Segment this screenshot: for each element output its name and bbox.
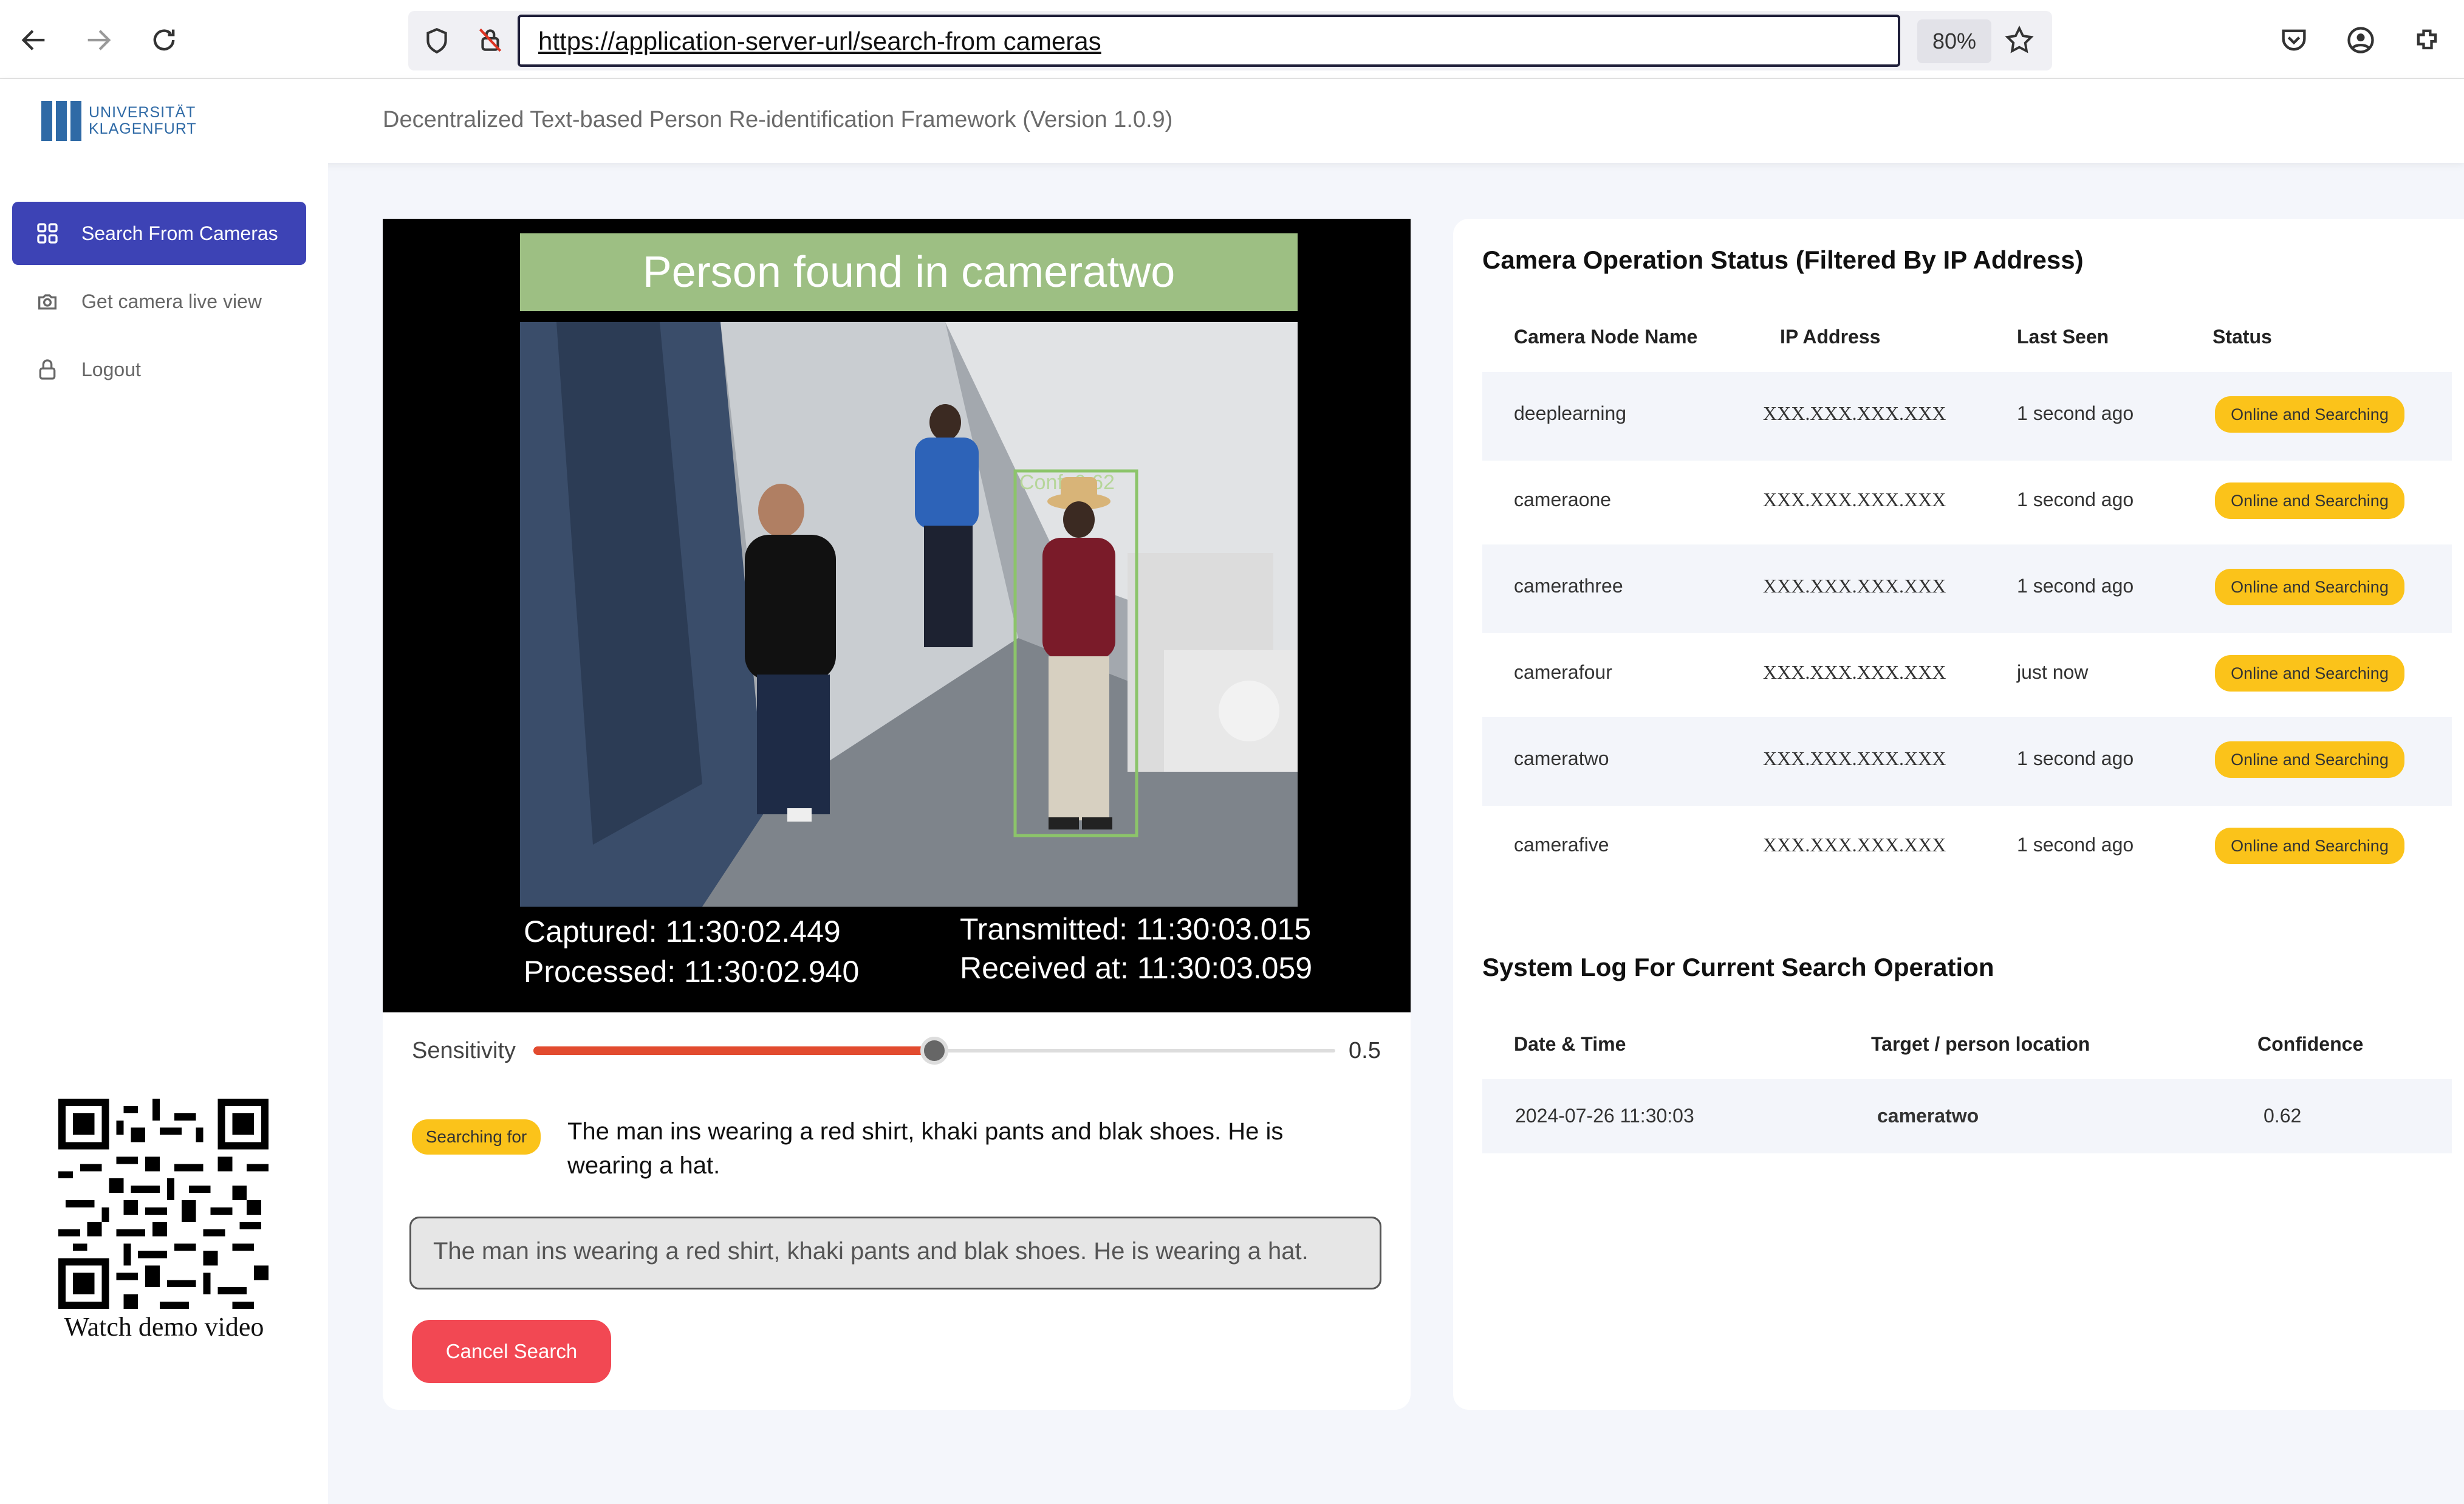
logo-mark: [41, 101, 81, 141]
arrow-right-icon: [87, 30, 111, 50]
logo-line2: KLAGENFURT: [89, 120, 197, 137]
cancel-search-button[interactable]: Cancel Search: [412, 1320, 611, 1383]
qr-caption: Watch demo video: [64, 1312, 264, 1342]
table-row[interactable]: cameraone XXX.XXX.XXX.XXX 1 second ago O…: [1482, 458, 2452, 547]
camera-icon: [38, 294, 56, 310]
camera-last-seen: 1 second ago: [2017, 575, 2134, 597]
col-header-camera-node: Camera Node Name: [1514, 326, 1698, 348]
transmitted-timestamp: Transmitted: 11:30:03.015: [960, 912, 1312, 946]
table-row[interactable]: camerafour XXX.XXX.XXX.XXX just now Onli…: [1482, 631, 2452, 719]
log-confidence: 0.62: [2264, 1105, 2302, 1127]
university-logo[interactable]: UNIVERSITÄT KLAGENFURT: [41, 101, 197, 141]
slider-thumb[interactable]: [920, 1037, 948, 1065]
captured-timestamp: Captured: 11:30:02.449: [524, 915, 841, 949]
log-target: cameratwo: [1877, 1105, 1979, 1127]
result-banner: Person found in cameratwo: [520, 233, 1298, 311]
status-badge: Online and Searching: [2215, 569, 2404, 605]
star-icon[interactable]: [2004, 24, 2035, 56]
logo-line1: UNIVERSITÄT: [89, 104, 196, 121]
camera-last-seen: just now: [2017, 661, 2089, 683]
col-header-last-seen: Last Seen: [2017, 326, 2109, 348]
received-timestamp: Received at: 11:30:03.059: [960, 951, 1313, 985]
camera-last-seen: 1 second ago: [2017, 489, 2134, 510]
col-header-target: Target / person location: [1871, 1033, 2090, 1055]
search-description: The man ins wearing a red shirt, khaki p…: [567, 1118, 1284, 1179]
zoom-indicator[interactable]: 80%: [1917, 19, 1991, 63]
insecure-lock-icon[interactable]: [475, 24, 505, 55]
reload-button[interactable]: [142, 18, 186, 62]
camera-name: deeplearning: [1514, 402, 1627, 424]
col-header-datetime: Date & Time: [1514, 1033, 1626, 1055]
shield-icon[interactable]: [422, 26, 452, 56]
slider-fill: [533, 1046, 934, 1055]
camera-name: camerafive: [1514, 834, 1609, 856]
browser-toolbar: https://application-server-url/search-fr…: [0, 0, 2464, 79]
camera-scene-image: Conf: 0.62: [520, 322, 1298, 907]
camera-last-seen: 1 second ago: [2017, 834, 2134, 856]
status-badge: Online and Searching: [2215, 828, 2404, 864]
sidebar-item-label: Logout: [81, 358, 141, 380]
sensitivity-value: 0.5: [1349, 1038, 1381, 1063]
sidebar-item-logout[interactable]: Logout: [12, 338, 306, 401]
col-header-confidence: Confidence: [2257, 1033, 2364, 1055]
camera-ip: XXX.XXX.XXX.XXX: [1763, 834, 1946, 856]
processed-timestamp: Processed: 11:30:02.940: [524, 955, 860, 989]
app-title: Decentralized Text-based Person Re-ident…: [383, 107, 1173, 132]
system-log-title: System Log For Current Search Operation: [1482, 953, 1994, 981]
status-badge: Online and Searching: [2215, 741, 2404, 778]
camera-result-view: Person found in cameratwo Conf: 0.62: [383, 219, 1411, 1012]
camera-last-seen: 1 second ago: [2017, 402, 2134, 424]
camera-ip: XXX.XXX.XXX.XXX: [1763, 661, 1946, 683]
status-badge: Online and Searching: [2215, 655, 2404, 692]
sensitivity-label: Sensitivity: [412, 1038, 516, 1063]
camera-last-seen: 1 second ago: [2017, 747, 2134, 769]
app-header: UNIVERSITÄT KLAGENFURT Decentralized Tex…: [0, 79, 2464, 163]
log-datetime: 2024-07-26 11:30:03: [1515, 1105, 1694, 1127]
status-badge: Online and Searching: [2215, 482, 2404, 519]
camera-ip: XXX.XXX.XXX.XXX: [1763, 489, 1946, 510]
status-badge: Online and Searching: [2215, 396, 2404, 433]
camera-name: cameraone: [1514, 489, 1612, 510]
pocket-icon[interactable]: [2278, 24, 2310, 56]
camera-name: cameratwo: [1514, 747, 1609, 769]
camera-frame: Conf: 0.62: [520, 322, 1298, 907]
url-input[interactable]: https://application-server-url/search-fr…: [518, 15, 1900, 67]
account-icon[interactable]: [2345, 24, 2377, 56]
camera-ip: XXX.XXX.XXX.XXX: [1763, 575, 1946, 597]
camera-name: camerafour: [1514, 661, 1612, 683]
camera-ip: XXX.XXX.XXX.XXX: [1763, 402, 1946, 424]
camera-ip: XXX.XXX.XXX.XXX: [1763, 747, 1946, 769]
table-row[interactable]: camerathree XXX.XXX.XXX.XXX 1 second ago…: [1482, 544, 2452, 633]
forward-button[interactable]: [77, 18, 120, 62]
table-row[interactable]: deeplearning XXX.XXX.XXX.XXX 1 second ag…: [1482, 372, 2452, 461]
sidebar-item-label: Search From Cameras: [81, 222, 278, 244]
arrow-left-icon: [21, 30, 45, 50]
sidebar-item-label: Get camera live view: [81, 290, 262, 312]
grid-icon: [37, 223, 58, 244]
extensions-icon[interactable]: [2412, 24, 2443, 56]
url-text: https://application-server-url/search-fr…: [538, 27, 1101, 55]
camera-status-title: Camera Operation Status (Filtered By IP …: [1482, 246, 2084, 274]
sidebar-item-camera-live-view[interactable]: Get camera live view: [12, 270, 306, 333]
qr-code[interactable]: [58, 1099, 269, 1309]
back-button[interactable]: [12, 18, 56, 62]
search-input[interactable]: The man ins wearing a red shirt, khaki p…: [409, 1217, 1381, 1289]
lock-icon: [39, 359, 56, 380]
sensitivity-slider[interactable]: [533, 1037, 1335, 1065]
sidebar-item-search-from-cameras[interactable]: Search From Cameras: [12, 202, 306, 265]
table-row[interactable]: cameratwo XXX.XXX.XXX.XXX 1 second ago O…: [1482, 717, 2452, 806]
col-header-status: Status: [2212, 326, 2272, 348]
reload-icon: [153, 29, 175, 51]
col-header-ip: IP Address: [1780, 326, 1881, 348]
table-row[interactable]: camerafive XXX.XXX.XXX.XXX 1 second ago …: [1482, 803, 2452, 892]
searching-for-badge: Searching for: [412, 1119, 541, 1155]
camera-name: camerathree: [1514, 575, 1623, 597]
log-row[interactable]: 2024-07-26 11:30:03 cameratwo 0.62: [1482, 1079, 2452, 1153]
